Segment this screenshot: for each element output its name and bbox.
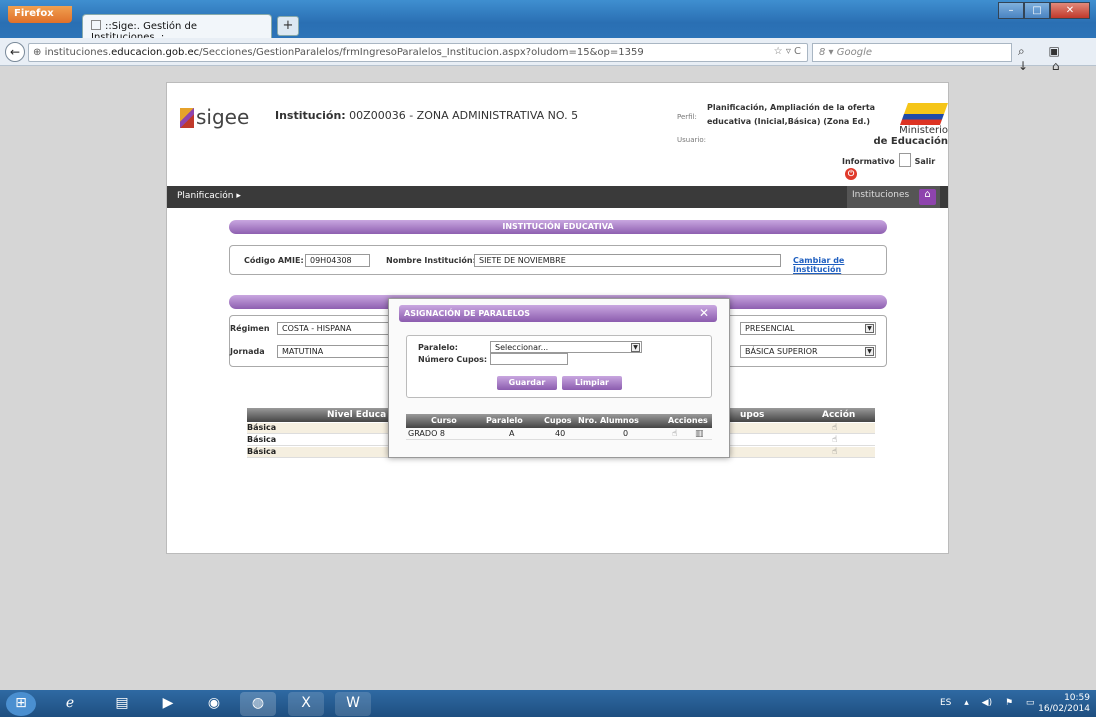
media-icon[interactable]: ▶ [150,692,186,716]
power-icon[interactable]: ⏻ [845,168,857,180]
cupos-label: Número Cupos: [418,355,488,364]
browser-tab[interactable]: ::Sige:. Gestión de Instituciones .: [82,14,272,43]
dialog-title-bar: ASIGNACIÓN DE PARALELOS ✕ [399,305,717,322]
ecuador-flag-icon [899,103,949,125]
nombre-input[interactable]: SIETE DE NOVIEMBRE [474,254,781,267]
header-nivel: Nivel Educa [327,410,387,420]
window-titlebar: Firefox ::Sige:. Gestión de Institucione… [0,0,1096,43]
modalidad-select[interactable]: PRESENCIAL ▼ [740,322,876,335]
ministry-logo: Ministerio de Educación [847,103,949,147]
hand-icon[interactable]: ☝ [832,423,837,433]
section-title-bar: INSTITUCIÓN EDUCATIVA [229,220,887,234]
cupos-input[interactable] [490,353,568,365]
windows-taskbar: ⊞ ℯ ▤ ▶ ◉ ◍ X W ES ▴ ◀) ⚑ ▭ 10:59 16/02/2… [0,690,1096,717]
search-input[interactable]: 8 ▾ Google [812,43,1012,62]
close-icon[interactable]: ✕ [699,306,709,320]
row-nivel: Básica [247,435,277,444]
chrome-icon[interactable]: ◉ [196,692,232,716]
codigo-input[interactable]: 09H04308 [305,254,370,267]
header-acciones: Acciones [668,416,708,425]
menu-planificacion[interactable]: Planificación ▸ [177,191,241,201]
table-row: GRADO 8 A 40 0 ☝ ▥ [406,429,712,440]
hand-icon[interactable]: ☝ [832,435,837,445]
clock[interactable]: 10:59 16/02/2014 [1038,693,1090,715]
navigation-bar: ← ⊕ instituciones.educacion.gob.ec/Secci… [0,38,1096,73]
nombre-label: Nombre Institución: [386,256,476,265]
jornada-select[interactable]: MATUTINA [277,345,392,358]
cell-alumnos: 0 [623,429,629,438]
start-button[interactable]: ⊞ [6,692,36,716]
row-nivel: Básica [247,423,277,432]
search-engine-icon: 8 ▾ [819,47,837,58]
jornada-label: Jornada [230,347,265,356]
url-prefix: instituciones. [44,47,112,58]
dialog-title: ASIGNACIÓN DE PARALELOS [404,309,531,318]
minimize-button[interactable]: – [998,2,1024,19]
row-nivel: Básica [247,447,277,456]
paralelo-select[interactable]: Seleccionar... ▼ [490,341,642,353]
home-icon[interactable]: ⌂ [919,189,936,205]
new-tab-button[interactable]: + [277,16,299,36]
back-button[interactable]: ← [5,42,25,62]
url-path: /Secciones/GestionParalelos/frmIngresoPa… [199,47,644,58]
paralelo-label: Paralelo: [418,343,458,352]
guardar-button[interactable]: Guardar [497,376,557,390]
favicon-icon [91,20,101,30]
search-placeholder: Google [836,47,873,58]
delete-icon[interactable]: ▥ [695,429,704,439]
menu-instituciones[interactable]: Instituciones ⌂ [847,186,940,208]
header-curso: Curso [431,416,457,425]
perfil-label: Perfil: [677,113,697,121]
regimen-select[interactable]: COSTA - HISPANA [277,322,392,335]
globe-icon: ⊕ [33,47,45,58]
cell-cupos: 40 [555,429,566,438]
nivel-select[interactable]: BÁSICA SUPERIOR ▼ [740,345,876,358]
bookmark-star-icon[interactable]: ☆ ▿ C [774,46,801,57]
folder-icon[interactable]: ▤ [104,692,140,716]
url-bar[interactable]: ⊕ instituciones.educacion.gob.ec/Seccion… [28,43,808,62]
excel-icon[interactable]: X [288,692,324,716]
main-menu: Planificación ▸ Instituciones ⌂ [167,186,948,208]
site-header: sigee Institución: 00Z00036 - ZONA ADMIN… [167,83,949,184]
firefox-icon[interactable]: ◍ [240,692,276,716]
edit-hand-icon[interactable]: ☝ [672,429,677,439]
header-links: Informativo Salir ⏻ [842,153,948,180]
cell-paralelo: A [509,429,515,438]
asignacion-dialog: ASIGNACIÓN DE PARALELOS ✕ Paralelo: Selec… [388,298,730,458]
word-icon[interactable]: W [335,692,371,716]
system-tray[interactable]: ES ▴ ◀) ⚑ ▭ [940,698,1034,708]
dialog-table-header: Curso Paralelo Cupos Nro. Alumnos Accion… [406,414,712,428]
cambiar-institucion-link[interactable]: Cambiar de Institución [793,256,886,274]
hand-icon[interactable]: ☝ [832,447,837,457]
header-paralelo: Paralelo [486,416,523,425]
header-alumnos: Nro. Alumnos [578,416,639,425]
firefox-menu-button[interactable]: Firefox [8,6,72,23]
header-accion: Acción [822,410,856,420]
informativo-link[interactable]: Informativo [842,157,895,166]
institution-box: Código AMIE: 09H04308 Nombre Institución… [229,245,887,275]
sigee-mark-icon [180,108,194,128]
regimen-label: Régimen [230,324,270,333]
chevron-down-icon[interactable]: ▼ [865,347,874,356]
limpiar-button[interactable]: Limpiar [562,376,622,390]
maximize-button[interactable]: □ [1024,2,1050,19]
dialog-form: Paralelo: Seleccionar... ▼ Número Cupos: … [406,335,712,398]
usuario-label: Usuario: [677,136,706,144]
cell-curso: GRADO 8 [408,429,445,438]
header-cupos: Cupos [544,416,572,425]
toolbar-icons[interactable]: ⌕ ▣ ↓ ⌂ [1018,44,1096,73]
salir-link[interactable]: Salir [915,157,936,166]
url-domain: educacion.gob.ec [111,47,200,58]
ie-icon[interactable]: ℯ [52,692,88,716]
sigee-logo: sigee [180,105,249,129]
header-cupos: upos [740,410,765,420]
chevron-down-icon[interactable]: ▼ [865,324,874,333]
codigo-label: Código AMIE: [244,256,304,265]
close-window-button[interactable]: ✕ [1050,2,1090,19]
language-indicator[interactable]: ES [940,698,951,708]
document-icon[interactable] [898,153,911,167]
chevron-down-icon[interactable]: ▼ [631,343,640,352]
institution-info: Institución: 00Z00036 - ZONA ADMINISTRAT… [275,109,579,122]
window-controls: – □ ✕ [998,2,1090,19]
